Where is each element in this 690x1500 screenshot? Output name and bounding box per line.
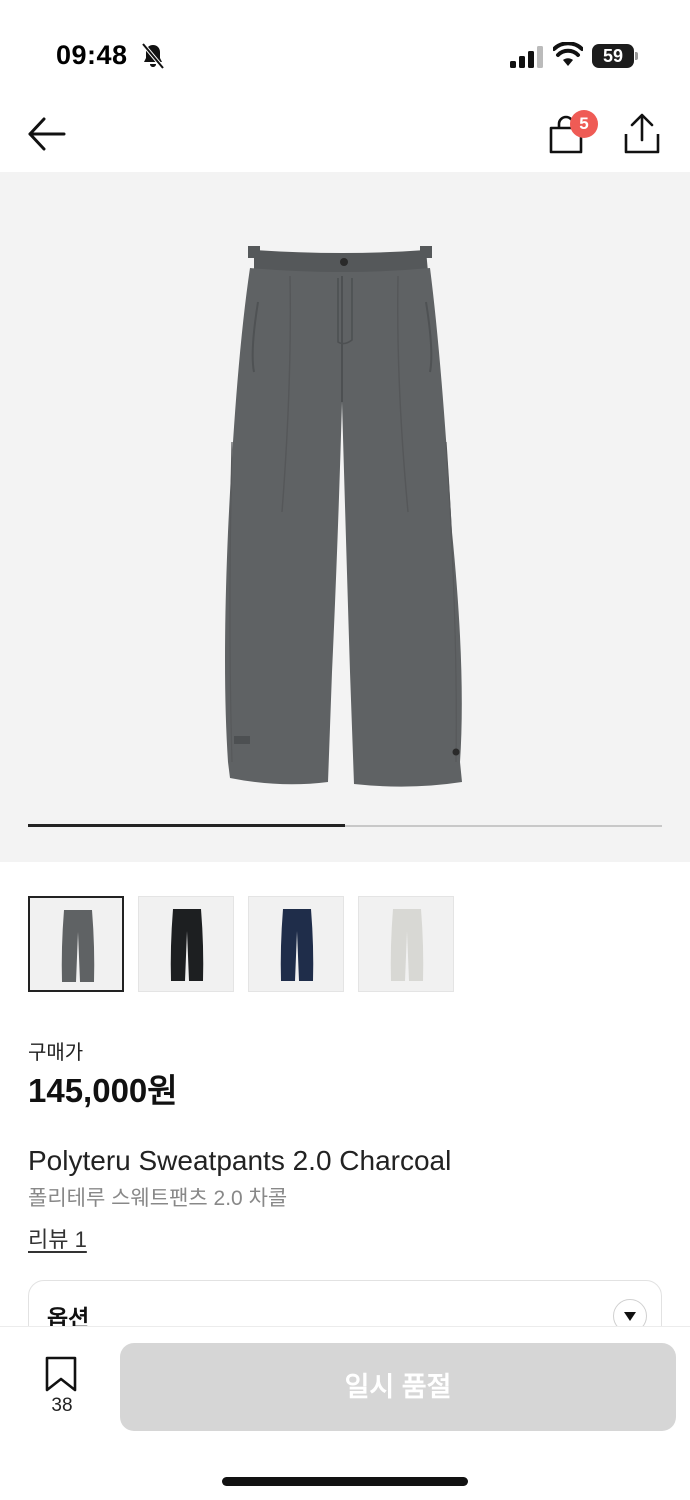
thumbnail-pants-image — [390, 909, 424, 981]
color-thumbnail-black[interactable] — [138, 896, 234, 992]
color-thumbnail-navy[interactable] — [248, 896, 344, 992]
price-label: 구매가 — [28, 1042, 84, 1064]
status-bar: 09:48 59 — [0, 0, 690, 110]
product-title-en: Polyteru Sweatpants 2.0 Charcoal — [28, 1145, 452, 1176]
gallery-progress-fill — [28, 824, 345, 827]
cart-count-badge: 5 — [570, 110, 598, 138]
thumbnail-pants-image — [61, 910, 95, 982]
share-upload-icon[interactable] — [622, 112, 662, 156]
bookmark-icon — [45, 1356, 77, 1392]
product-image-gallery[interactable] — [0, 172, 690, 862]
battery-icon: 59 — [592, 44, 640, 68]
bookmark-button[interactable]: 38 — [40, 1353, 84, 1433]
product-image-pants — [225, 246, 462, 787]
home-indicator[interactable] — [222, 1477, 468, 1486]
status-time: 09:48 — [56, 40, 128, 70]
bookmark-count: 38 — [51, 1395, 73, 1416]
color-thumbnail-light-gray[interactable] — [358, 896, 454, 992]
thumbnail-pants-image — [280, 909, 314, 981]
price-value: 145,000원 — [28, 1072, 178, 1109]
arrow-left-icon[interactable] — [26, 114, 68, 154]
color-thumbnails — [28, 896, 668, 994]
bottom-action-bar: 38 일시 품절 — [0, 1326, 690, 1500]
review-link[interactable]: 리뷰 1 — [28, 1222, 87, 1254]
cellular-signal-icon — [510, 46, 543, 68]
color-thumbnail-charcoal[interactable] — [28, 896, 124, 992]
sold-out-button[interactable]: 일시 품절 — [120, 1343, 676, 1431]
battery-percent: 59 — [602, 46, 624, 66]
product-title-ko: 폴리테루 스웨트팬츠 2.0 차콜 — [28, 1187, 288, 1210]
thumbnail-pants-image — [170, 909, 204, 981]
gallery-progress — [28, 824, 662, 827]
bell-off-icon — [141, 42, 165, 70]
wifi-icon — [553, 42, 583, 66]
